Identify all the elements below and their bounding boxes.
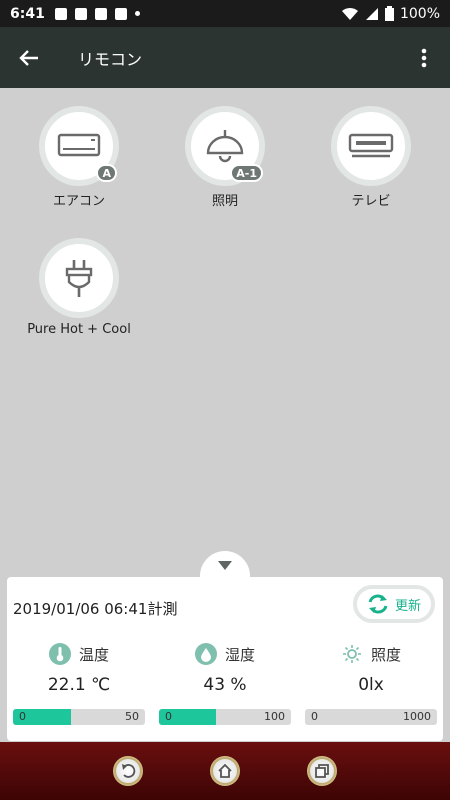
nav-home-button[interactable] xyxy=(209,756,240,786)
battery-level: 100% xyxy=(399,5,440,22)
sensor-name: 湿度 xyxy=(224,645,255,664)
chevron-down-icon xyxy=(218,561,232,570)
device-label: エアコン xyxy=(52,194,105,209)
sensor-temperature: 温度 22.1 ℃ xyxy=(13,643,145,695)
navigation-bar xyxy=(0,742,450,800)
device-icon-circle: A xyxy=(39,106,119,186)
sensor-panel: 2019/01/06 06:41計測 更新 温度 22.1 ℃ 0 50 湿度 … xyxy=(7,577,443,741)
nav-recents-button[interactable] xyxy=(306,756,337,786)
sensor-name: 温度 xyxy=(78,645,109,664)
refresh-label: 更新 xyxy=(394,598,421,614)
sensor-humidity: 湿度 43 % xyxy=(159,643,291,695)
recents-icon xyxy=(314,764,329,778)
sensor-bar-temperature: 0 50 xyxy=(13,709,145,725)
signal-icon xyxy=(365,7,378,20)
device-icon-circle xyxy=(331,106,411,186)
sensor-value: 22.1 ℃ xyxy=(47,675,111,695)
device-badge: A xyxy=(96,164,117,182)
droplet-icon xyxy=(194,643,217,665)
mail-notification-icon xyxy=(74,7,87,20)
undo-icon xyxy=(122,764,136,778)
sensor-illuminance: 照度 0lx xyxy=(305,643,437,695)
sensor-bar-humidity: 0 100 xyxy=(159,709,291,725)
sun-icon xyxy=(340,643,363,665)
sensor-value: 0lx xyxy=(358,675,384,695)
measured-at: 2019/01/06 06:41計測 xyxy=(13,600,178,618)
app-bar: リモコン xyxy=(0,27,450,88)
page-title: リモコン xyxy=(78,49,143,69)
device-aircon[interactable]: A エアコン xyxy=(24,106,134,209)
refresh-button[interactable]: 更新 xyxy=(353,585,435,623)
device-pure-hot-cool[interactable]: Pure Hot + Cool xyxy=(24,238,134,337)
image-notification-icon xyxy=(54,7,67,20)
notification-icons xyxy=(54,7,140,20)
more-notifications-icon xyxy=(134,11,140,16)
device-label: 照明 xyxy=(211,194,238,209)
device-label: Pure Hot + Cool xyxy=(27,322,131,337)
thermometer-icon xyxy=(48,643,71,665)
refresh-icon xyxy=(368,594,388,614)
ceiling-lamp-icon xyxy=(206,130,244,163)
status-time: 6:41 xyxy=(10,5,45,22)
sensor-name: 照度 xyxy=(370,645,401,664)
home-icon xyxy=(218,763,232,778)
arrow-left-icon xyxy=(19,49,38,66)
plug-icon xyxy=(65,260,93,297)
sensor-bar-min: 0 xyxy=(311,710,318,723)
nav-back-button[interactable] xyxy=(113,756,144,786)
more-vertical-icon xyxy=(421,48,427,67)
back-button[interactable] xyxy=(0,27,58,88)
air-conditioner-icon xyxy=(57,133,101,157)
sensor-bar-illuminance: 0 1000 xyxy=(305,709,437,725)
device-badge: A-1 xyxy=(230,164,263,182)
sensor-bar-min: 0 xyxy=(165,710,172,723)
mail-notification-icon xyxy=(94,7,107,20)
sensor-bar-max: 1000 xyxy=(403,710,431,723)
tv-icon xyxy=(348,133,394,158)
wifi-icon xyxy=(341,7,358,20)
device-tv[interactable]: テレビ xyxy=(316,106,426,209)
device-label: テレビ xyxy=(351,194,391,209)
battery-icon xyxy=(384,6,394,21)
app-notification-icon xyxy=(114,7,127,20)
more-options-button[interactable] xyxy=(398,27,450,88)
status-bar: 6:41 100% xyxy=(0,0,450,27)
device-icon-circle: A-1 xyxy=(185,106,265,186)
sensor-bar-min: 0 xyxy=(19,710,26,723)
sensor-bar-max: 100 xyxy=(264,710,285,723)
device-icon-circle xyxy=(39,238,119,318)
sensor-bar-max: 50 xyxy=(125,710,139,723)
sensor-value: 43 % xyxy=(203,675,247,695)
device-light[interactable]: A-1 照明 xyxy=(170,106,280,209)
